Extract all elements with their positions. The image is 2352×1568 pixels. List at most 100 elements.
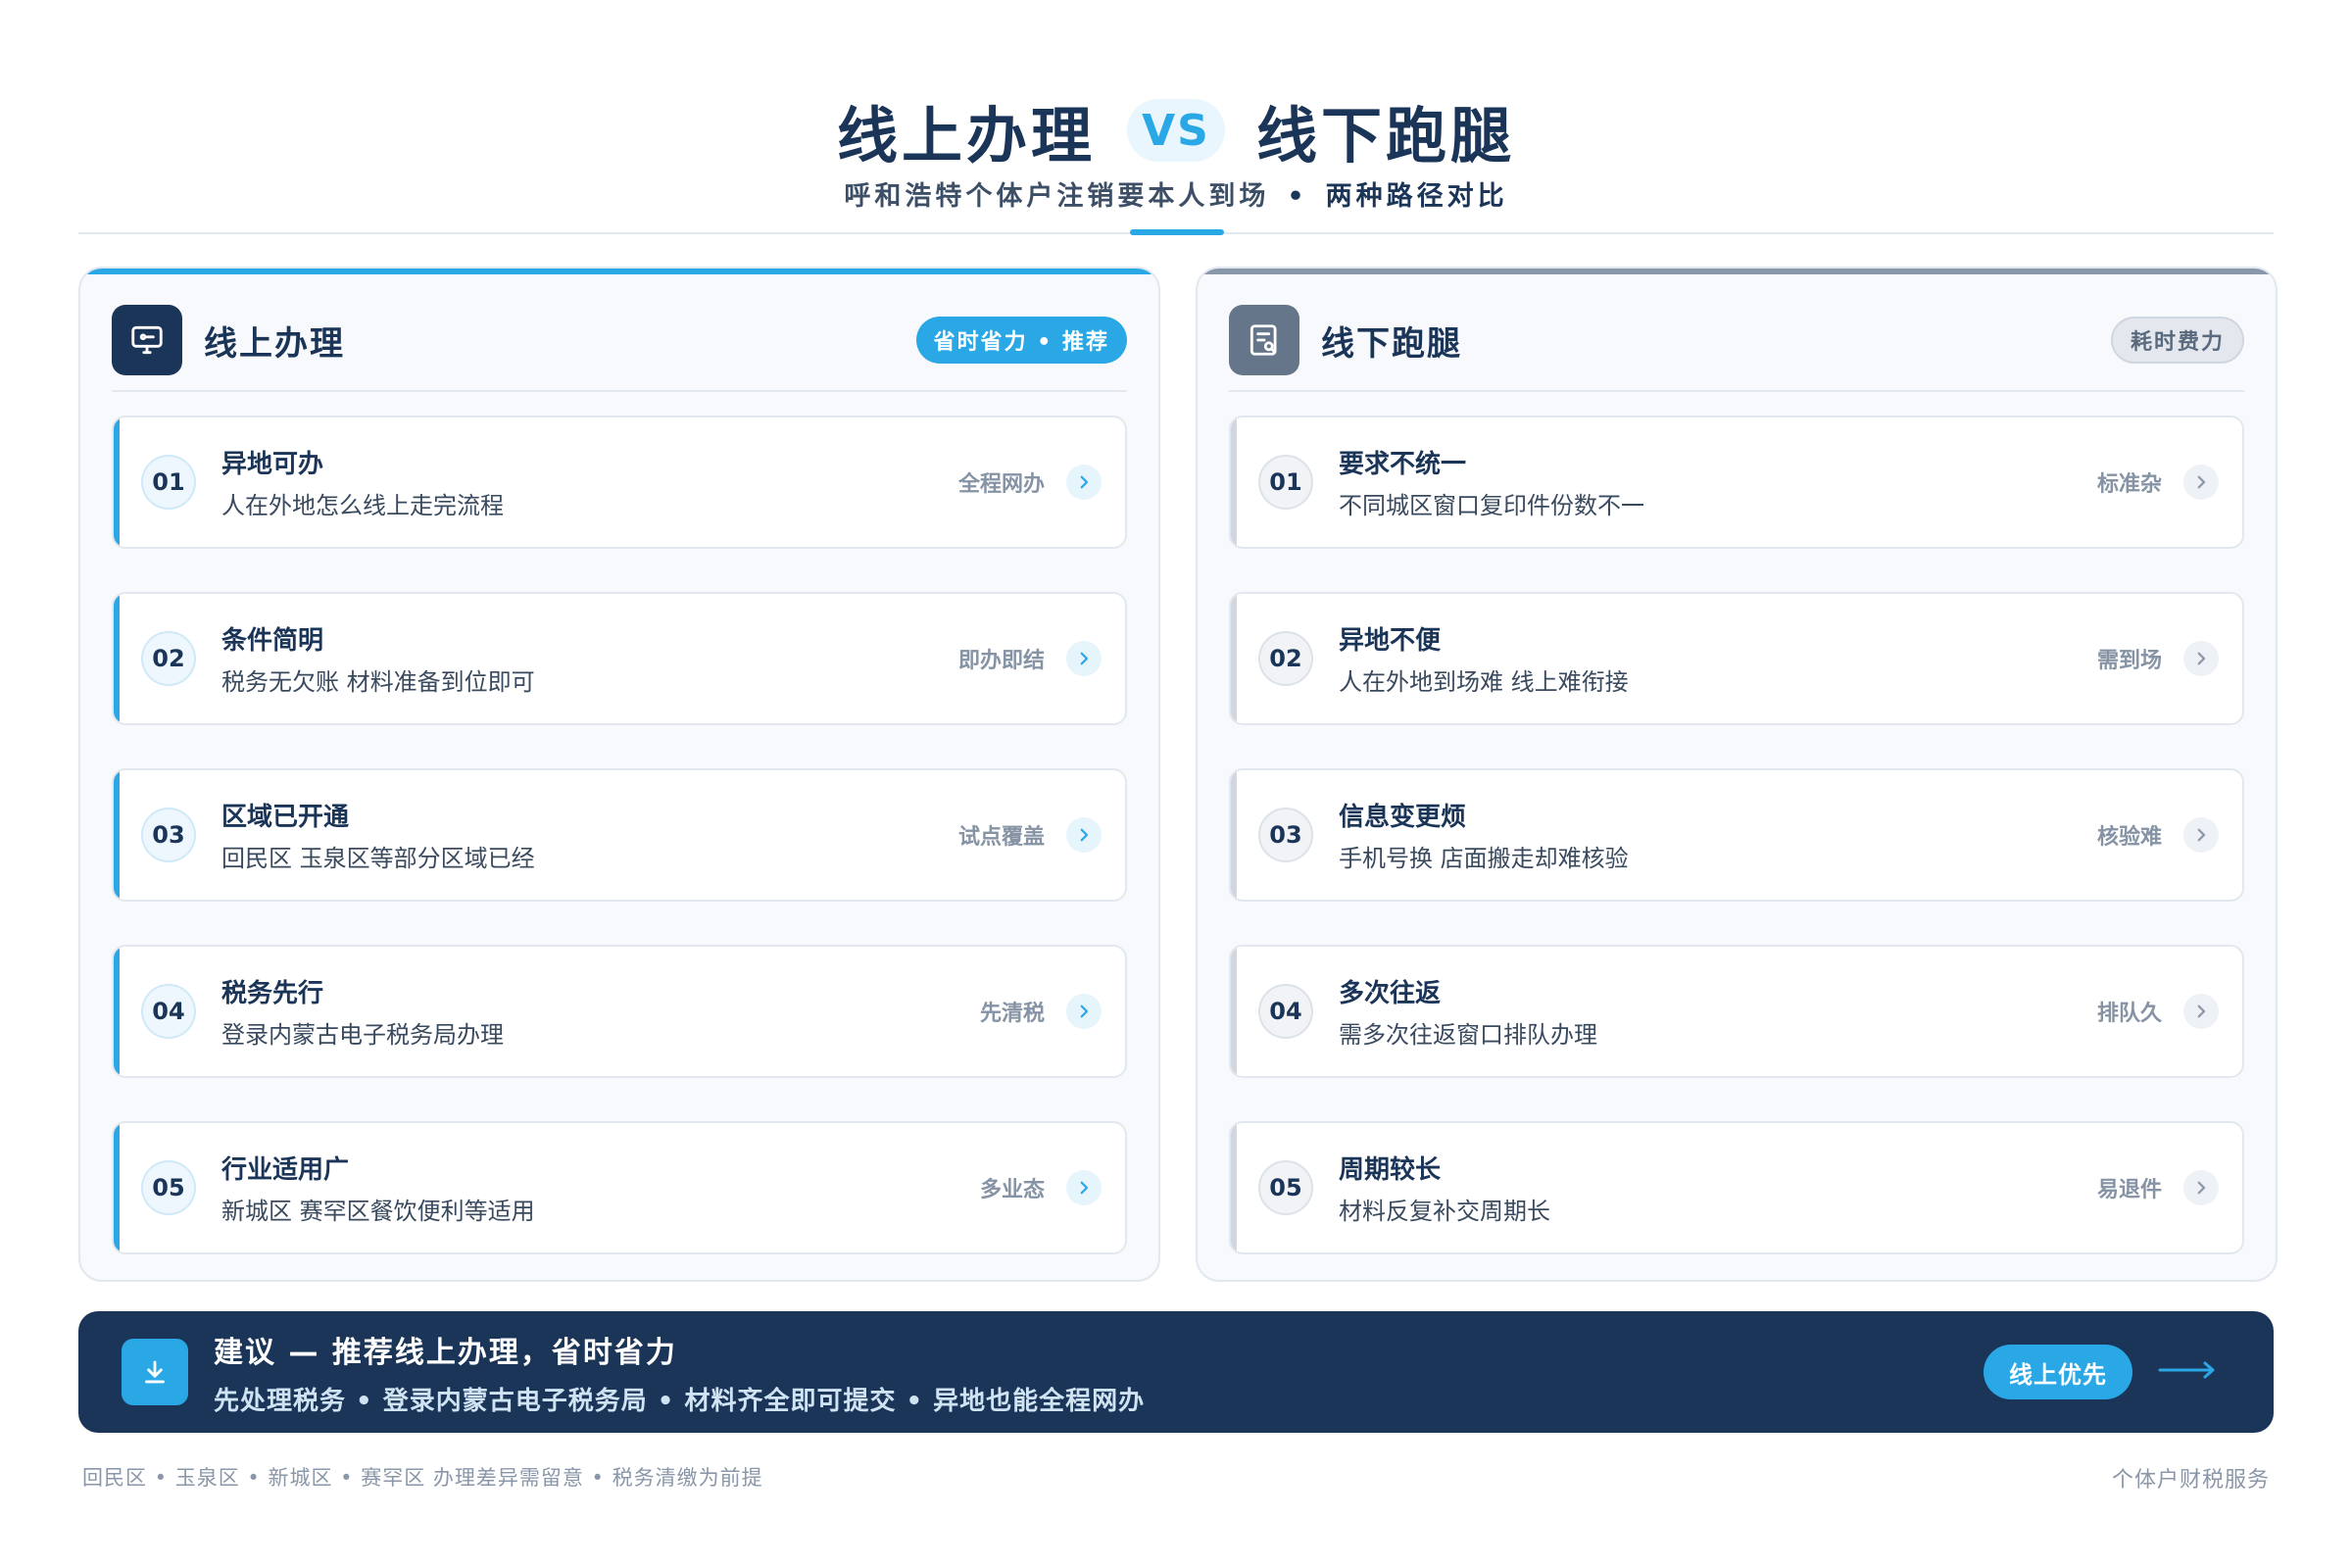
item-text: 行业适用广 新城区 赛罕区餐饮便利等适用 xyxy=(221,1150,535,1226)
banner-subtitle: 先处理税务 • 登录内蒙古电子税务局 • 材料齐全即可提交 • 异地也能全程网办 xyxy=(214,1386,1146,1416)
item-number: 01 xyxy=(1258,455,1313,510)
item-text: 信息变更烦 手机号换 店面搬走却难核验 xyxy=(1339,797,1629,873)
item-tag: 标准杂 xyxy=(2096,472,2162,497)
item-text: 异地不便 人在外地到场难 线上难衔接 xyxy=(1339,620,1629,697)
online-item-03[interactable]: 03 区域已开通 回民区 玉泉区等部分区域已经 试点覆盖 xyxy=(112,768,1127,902)
item-description: 税务无欠账 材料准备到位即可 xyxy=(221,668,535,696)
subtitle-main: 呼和浩特个体户注销要本人到场 xyxy=(844,181,1270,212)
online-item-01[interactable]: 01 异地可办 人在外地怎么线上走完流程 全程网办 xyxy=(112,416,1127,549)
item-tag: 先清税 xyxy=(979,1002,1045,1026)
item-tag: 多业态 xyxy=(979,1178,1045,1202)
item-tag: 需到场 xyxy=(2096,649,2162,673)
chevron-right-icon[interactable] xyxy=(2183,465,2219,500)
item-number: 04 xyxy=(1258,984,1313,1039)
item-number: 03 xyxy=(1258,808,1313,862)
item-tag: 全程网办 xyxy=(957,472,1045,497)
document-search-icon xyxy=(1229,305,1299,375)
title-row: 线上办理 VS 线下跑腿 xyxy=(0,86,2352,174)
download-icon xyxy=(122,1339,188,1405)
item-description: 材料反复补交周期长 xyxy=(1339,1198,1550,1225)
item-number: 05 xyxy=(1258,1160,1313,1215)
offline-panel-header: 线下跑腿 耗时费力 xyxy=(1229,304,2244,376)
monitor-chat-icon xyxy=(112,305,182,375)
chevron-right-icon[interactable] xyxy=(1066,641,1102,676)
offline-item-02[interactable]: 02 异地不便 人在外地到场难 线上难衔接 需到场 xyxy=(1229,592,2244,725)
offline-item-05[interactable]: 05 周期较长 材料反复补交周期长 易退件 xyxy=(1229,1121,2244,1254)
online-items: 01 异地可办 人在外地怎么线上走完流程 全程网办 02 条件简明 税务无欠账 … xyxy=(112,416,1127,1280)
item-title: 行业适用广 xyxy=(221,1155,350,1185)
online-first-button[interactable]: 线上优先 xyxy=(1984,1345,2132,1399)
recommendation-banner: 建议 — 推荐线上办理，省时省力 先处理税务 • 登录内蒙古电子税务局 • 材料… xyxy=(78,1311,2274,1433)
footer-note: 回民区 • 玉泉区 • 新城区 • 赛罕区 办理差异需留意 • 税务清缴为前提 xyxy=(82,1466,763,1490)
vs-badge: VS xyxy=(1127,99,1225,162)
arrow-right-icon xyxy=(2156,1358,2219,1386)
item-title: 税务先行 xyxy=(221,979,324,1008)
offline-panel-title: 线下跑腿 xyxy=(1321,323,1462,364)
item-number: 03 xyxy=(141,808,196,862)
item-text: 异地可办 人在外地怎么线上走完流程 xyxy=(221,444,504,520)
item-description: 登录内蒙古电子税务局办理 xyxy=(221,1021,504,1049)
item-text: 多次往返 需多次往返窗口排队办理 xyxy=(1339,973,1597,1050)
footer-brand: 个体户财税服务 xyxy=(2111,1468,2270,1493)
item-title: 异地不便 xyxy=(1339,626,1442,656)
chevron-right-icon[interactable] xyxy=(1066,817,1102,853)
offline-panel: 线下跑腿 耗时费力 01 要求不统一 不同城区窗口复印件份数不一 标准杂 02 … xyxy=(1196,267,2278,1282)
online-panel-tag: 省时省力 • 推荐 xyxy=(915,317,1127,364)
item-tag: 排队久 xyxy=(2096,1002,2162,1026)
item-number: 01 xyxy=(141,455,196,510)
offline-items: 01 要求不统一 不同城区窗口复印件份数不一 标准杂 02 异地不便 人在外地到… xyxy=(1229,416,2244,1280)
title-online: 线上办理 xyxy=(836,100,1096,172)
item-title: 信息变更烦 xyxy=(1339,803,1467,832)
offline-item-04[interactable]: 04 多次往返 需多次往返窗口排队办理 排队久 xyxy=(1229,945,2244,1078)
chevron-right-icon[interactable] xyxy=(1066,1170,1102,1205)
header-accent-bar xyxy=(1130,229,1224,235)
item-title: 周期较长 xyxy=(1339,1155,1442,1185)
chevron-right-icon[interactable] xyxy=(2183,994,2219,1029)
item-title: 要求不统一 xyxy=(1339,450,1467,479)
online-panel: 线上办理 省时省力 • 推荐 01 异地可办 人在外地怎么线上走完流程 全程网办… xyxy=(78,267,1160,1282)
chevron-right-icon[interactable] xyxy=(2183,641,2219,676)
item-tag: 易退件 xyxy=(2096,1178,2162,1202)
panel-divider xyxy=(1229,390,2244,392)
banner-title: 建议 — 推荐线上办理，省时省力 xyxy=(214,1335,677,1370)
title-offline: 线下跑腿 xyxy=(1256,100,1516,172)
offline-item-03[interactable]: 03 信息变更烦 手机号换 店面搬走却难核验 核验难 xyxy=(1229,768,2244,902)
offline-item-01[interactable]: 01 要求不统一 不同城区窗口复印件份数不一 标准杂 xyxy=(1229,416,2244,549)
item-title: 多次往返 xyxy=(1339,979,1442,1008)
item-tag: 即办即结 xyxy=(957,649,1045,673)
subtitle-dot: • xyxy=(1287,181,1308,212)
offline-panel-tag: 耗时费力 xyxy=(2110,317,2244,364)
item-title: 区域已开通 xyxy=(221,803,350,832)
item-text: 税务先行 登录内蒙古电子税务局办理 xyxy=(221,973,504,1050)
online-panel-header: 线上办理 省时省力 • 推荐 xyxy=(112,304,1127,376)
item-text: 要求不统一 不同城区窗口复印件份数不一 xyxy=(1339,444,1644,520)
chevron-right-icon[interactable] xyxy=(2183,1170,2219,1205)
item-number: 04 xyxy=(141,984,196,1039)
item-description: 人在外地到场难 线上难衔接 xyxy=(1339,668,1629,696)
subtitle-strong: 两种路径对比 xyxy=(1325,181,1508,212)
online-panel-title: 线上办理 xyxy=(204,323,345,364)
item-description: 需多次往返窗口排队办理 xyxy=(1339,1021,1597,1049)
item-description: 人在外地怎么线上走完流程 xyxy=(221,492,504,519)
item-number: 02 xyxy=(141,631,196,686)
online-item-05[interactable]: 05 行业适用广 新城区 赛罕区餐饮便利等适用 多业态 xyxy=(112,1121,1127,1254)
item-number: 02 xyxy=(1258,631,1313,686)
item-tag: 试点覆盖 xyxy=(957,825,1045,850)
panel-divider xyxy=(112,390,1127,392)
chevron-right-icon[interactable] xyxy=(1066,465,1102,500)
chevron-right-icon[interactable] xyxy=(2183,817,2219,853)
online-item-04[interactable]: 04 税务先行 登录内蒙古电子税务局办理 先清税 xyxy=(112,945,1127,1078)
item-text: 区域已开通 回民区 玉泉区等部分区域已经 xyxy=(221,797,535,873)
online-item-02[interactable]: 02 条件简明 税务无欠账 材料准备到位即可 即办即结 xyxy=(112,592,1127,725)
item-tag: 核验难 xyxy=(2096,825,2162,850)
item-description: 不同城区窗口复印件份数不一 xyxy=(1339,492,1644,519)
item-title: 异地可办 xyxy=(221,450,324,479)
chevron-right-icon[interactable] xyxy=(1066,994,1102,1029)
item-description: 手机号换 店面搬走却难核验 xyxy=(1339,845,1629,872)
item-text: 条件简明 税务无欠账 材料准备到位即可 xyxy=(221,620,535,697)
item-description: 回民区 玉泉区等部分区域已经 xyxy=(221,845,535,872)
item-number: 05 xyxy=(141,1160,196,1215)
header: 线上办理 VS 线下跑腿 呼和浩特个体户注销要本人到场 • 两种路径对比 xyxy=(0,0,2352,235)
panel-top-accent xyxy=(80,269,1158,274)
item-description: 新城区 赛罕区餐饮便利等适用 xyxy=(221,1198,535,1225)
